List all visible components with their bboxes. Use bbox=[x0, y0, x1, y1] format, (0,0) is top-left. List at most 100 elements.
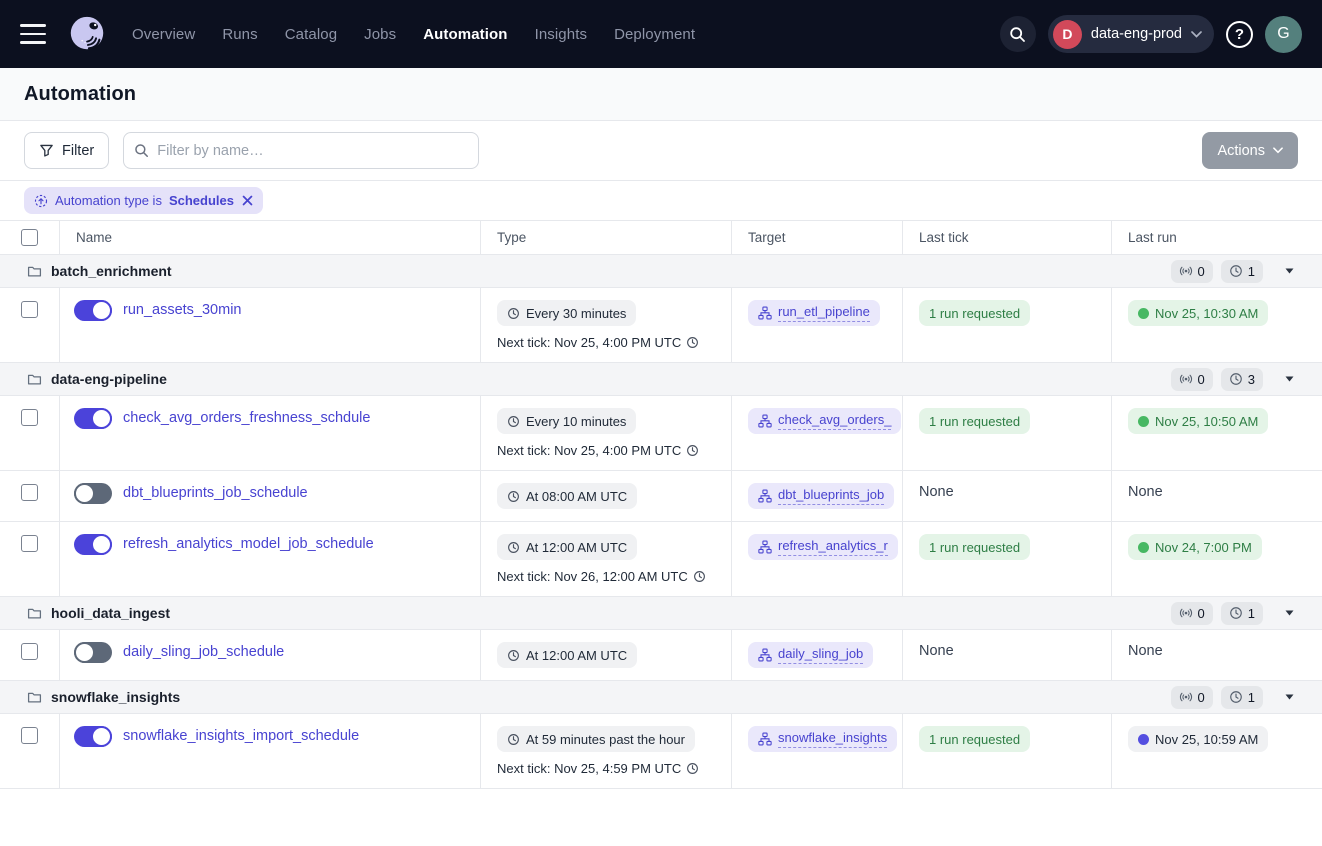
automation-type-filter-chip[interactable]: Automation type is Schedules bbox=[24, 187, 263, 214]
clock-icon bbox=[693, 570, 706, 583]
schedule-name-link[interactable]: check_avg_orders_freshness_schdule bbox=[123, 410, 370, 426]
row-checkbox[interactable] bbox=[21, 484, 38, 501]
workspace-switcher[interactable]: D data-eng-prod bbox=[1048, 15, 1214, 53]
menu-icon[interactable] bbox=[20, 24, 46, 44]
sensor-count: 0 bbox=[1198, 372, 1205, 387]
schedule-toggle[interactable] bbox=[74, 642, 112, 663]
table-row: dbt_blueprints_job_schedule At 08:00 AM … bbox=[0, 471, 1322, 522]
row-checkbox[interactable] bbox=[21, 409, 38, 426]
nav-item-automation[interactable]: Automation bbox=[423, 26, 507, 43]
target-job-link[interactable]: daily_sling_job bbox=[748, 642, 873, 668]
caret-down-icon bbox=[1285, 376, 1294, 382]
automation-condition-icon bbox=[34, 194, 48, 208]
schedule-interval: At 08:00 AM UTC bbox=[526, 489, 627, 504]
schedule-name-link[interactable]: dbt_blueprints_job_schedule bbox=[123, 485, 308, 501]
table-row: daily_sling_job_schedule At 12:00 AM UTC… bbox=[0, 630, 1322, 681]
group-name: snowflake_insights bbox=[51, 689, 180, 705]
schedule-name-link[interactable]: refresh_analytics_model_job_schedule bbox=[123, 536, 374, 552]
group-name: batch_enrichment bbox=[51, 263, 172, 279]
schedule-toggle[interactable] bbox=[74, 726, 112, 747]
sensor-count-badge: 0 bbox=[1171, 602, 1213, 625]
sensor-icon bbox=[1179, 372, 1193, 386]
last-tick-status-pill: 1 run requested bbox=[919, 300, 1030, 326]
schedule-count: 1 bbox=[1248, 606, 1255, 621]
column-header-last-run: Last run bbox=[1112, 221, 1322, 254]
table-row: check_avg_orders_freshness_schdule Every… bbox=[0, 396, 1322, 471]
schedule-count: 1 bbox=[1248, 264, 1255, 279]
nav-item-jobs[interactable]: Jobs bbox=[364, 26, 396, 43]
schedule-interval-pill: Every 30 minutes bbox=[497, 300, 636, 326]
nav-item-insights[interactable]: Insights bbox=[535, 26, 588, 43]
job-graph-icon bbox=[758, 306, 772, 320]
row-checkbox[interactable] bbox=[21, 301, 38, 318]
last-tick-none: None bbox=[919, 484, 954, 500]
last-tick-status-pill: 1 run requested bbox=[919, 534, 1030, 560]
target-job-link[interactable]: dbt_blueprints_job bbox=[748, 483, 894, 509]
actions-button[interactable]: Actions bbox=[1202, 132, 1298, 169]
clock-icon bbox=[686, 336, 699, 349]
group-collapse-caret[interactable] bbox=[1279, 690, 1300, 704]
run-status-dot bbox=[1138, 542, 1149, 553]
nav-item-catalog[interactable]: Catalog bbox=[285, 26, 337, 43]
run-status-dot bbox=[1138, 734, 1149, 745]
clock-icon bbox=[1229, 690, 1243, 704]
schedule-name-link[interactable]: snowflake_insights_import_schedule bbox=[123, 728, 359, 744]
run-status-dot bbox=[1138, 308, 1149, 319]
filter-button[interactable]: Filter bbox=[24, 132, 109, 169]
target-job-link[interactable]: run_etl_pipeline bbox=[748, 300, 880, 326]
group-row[interactable]: data-eng-pipeline 0 3 bbox=[0, 363, 1322, 396]
last-run-status-pill: Nov 25, 10:50 AM bbox=[1128, 408, 1268, 434]
schedule-toggle[interactable] bbox=[74, 483, 112, 504]
search-button[interactable] bbox=[1000, 16, 1036, 52]
folder-icon bbox=[27, 372, 42, 387]
schedule-toggle[interactable] bbox=[74, 534, 112, 555]
target-job-link[interactable]: refresh_analytics_r bbox=[748, 534, 898, 560]
table-row: run_assets_30min Every 30 minutes Next t… bbox=[0, 288, 1322, 363]
chevron-down-icon bbox=[1191, 31, 1202, 38]
group-row[interactable]: hooli_data_ingest 0 1 bbox=[0, 597, 1322, 630]
clock-icon bbox=[507, 733, 520, 746]
job-graph-icon bbox=[758, 489, 772, 503]
help-icon: ? bbox=[1235, 26, 1244, 43]
job-graph-icon bbox=[758, 540, 772, 554]
sensor-count: 0 bbox=[1198, 690, 1205, 705]
target-job-link[interactable]: check_avg_orders_ bbox=[748, 408, 901, 434]
group-row[interactable]: snowflake_insights 0 1 bbox=[0, 681, 1322, 714]
clock-icon bbox=[1229, 264, 1243, 278]
row-checkbox[interactable] bbox=[21, 727, 38, 744]
nav-item-runs[interactable]: Runs bbox=[222, 26, 257, 43]
chip-value: Schedules bbox=[169, 193, 234, 208]
help-button[interactable]: ? bbox=[1226, 21, 1253, 48]
schedule-count-badge: 1 bbox=[1221, 260, 1263, 283]
group-collapse-caret[interactable] bbox=[1279, 264, 1300, 278]
row-checkbox[interactable] bbox=[21, 535, 38, 552]
group-row[interactable]: batch_enrichment 0 1 bbox=[0, 255, 1322, 288]
sensor-icon bbox=[1179, 264, 1193, 278]
schedule-interval-pill: At 59 minutes past the hour bbox=[497, 726, 695, 752]
job-graph-icon bbox=[758, 732, 772, 746]
schedule-toggle[interactable] bbox=[74, 408, 112, 429]
nav-item-deployment[interactable]: Deployment bbox=[614, 26, 695, 43]
user-avatar[interactable]: G bbox=[1265, 16, 1302, 53]
schedule-toggle[interactable] bbox=[74, 300, 112, 321]
schedule-name-link[interactable]: daily_sling_job_schedule bbox=[123, 644, 284, 660]
target-job-link[interactable]: snowflake_insights bbox=[748, 726, 897, 752]
group-collapse-caret[interactable] bbox=[1279, 372, 1300, 386]
page-title: Automation bbox=[24, 83, 136, 106]
sensor-count: 0 bbox=[1198, 606, 1205, 621]
search-icon bbox=[1009, 26, 1026, 43]
select-all-checkbox[interactable] bbox=[21, 229, 38, 246]
folder-icon bbox=[27, 264, 42, 279]
nav-item-overview[interactable]: Overview bbox=[132, 26, 195, 43]
close-icon[interactable] bbox=[242, 195, 253, 206]
schedule-count-badge: 3 bbox=[1221, 368, 1263, 391]
row-checkbox[interactable] bbox=[21, 643, 38, 660]
column-header-target: Target bbox=[732, 221, 903, 254]
group-collapse-caret[interactable] bbox=[1279, 606, 1300, 620]
workspace-avatar: D bbox=[1053, 20, 1082, 49]
clock-icon bbox=[507, 415, 520, 428]
schedule-name-link[interactable]: run_assets_30min bbox=[123, 302, 242, 318]
table-body: batch_enrichment 0 1 bbox=[0, 255, 1322, 789]
sensor-count-badge: 0 bbox=[1171, 686, 1213, 709]
filter-by-name-input[interactable] bbox=[123, 132, 479, 169]
